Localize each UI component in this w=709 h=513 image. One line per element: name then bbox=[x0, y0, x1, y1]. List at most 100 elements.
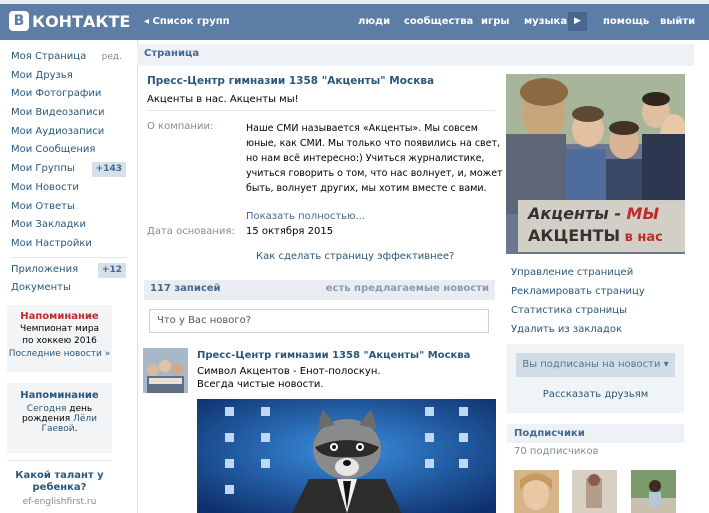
groups-list-link[interactable]: ◂ Список групп bbox=[144, 16, 230, 27]
show-more-link[interactable]: Показать полностью... bbox=[246, 211, 365, 222]
page-stats-link[interactable]: Статистика страницы bbox=[511, 301, 691, 320]
cover-slogan-line1: Акценты - МЫ bbox=[528, 204, 659, 223]
back-arrow-icon: ◂ bbox=[144, 16, 153, 27]
sidebar-item-label: Мои Аудиозаписи bbox=[11, 125, 105, 137]
group-status: Акценты в нас. Акценты мы! bbox=[147, 94, 299, 105]
subscriber-photo bbox=[572, 470, 617, 513]
reminder-text-line2: по хоккею 2016 bbox=[22, 336, 97, 346]
sidebar-item-bookmarks[interactable]: Мои Закладки bbox=[11, 216, 128, 235]
subscriber-avatar[interactable] bbox=[631, 470, 676, 513]
birthday-line3: Гаевой. bbox=[7, 424, 112, 434]
remove-bookmark-link[interactable]: Удалить из закладок bbox=[511, 320, 691, 339]
friend-name-link[interactable]: Лёли bbox=[73, 414, 97, 424]
group-name: Пресс-Центр гимназии 1358 "Акценты" Моск… bbox=[147, 75, 435, 87]
sidebar-item-settings[interactable]: Мои Настройки bbox=[11, 235, 128, 254]
ad-block[interactable]: Какой талант у ребенка? ef-englishfirst.… bbox=[7, 470, 112, 507]
vk-logo[interactable]: В КОНТАКТЕ bbox=[9, 10, 130, 32]
logo-letter: В bbox=[9, 11, 29, 31]
sidebar-item-label: Мои Фотографии bbox=[11, 88, 102, 100]
post-image-raccoon[interactable] bbox=[197, 399, 496, 513]
today-text: Сегодня bbox=[26, 404, 67, 414]
friend-surname-link[interactable]: Гаевой bbox=[41, 424, 74, 434]
apps-count-badge: +12 bbox=[97, 262, 126, 278]
vk-page: { "header": { "logo_text": "КОНТАКТЕ", "… bbox=[0, 0, 709, 513]
sidebar-item-label: Мои Ответы bbox=[11, 200, 75, 212]
groups-list-label: Список групп bbox=[152, 16, 230, 27]
group-cover-photo[interactable]: Акценты - МЫ АКЦЕНТЫ в нас bbox=[506, 74, 685, 254]
day-text: день bbox=[69, 404, 93, 414]
nav-people[interactable]: люди bbox=[358, 16, 390, 27]
top-stripe bbox=[0, 0, 709, 4]
subscribed-label: Вы подписаны на новости bbox=[522, 359, 661, 370]
subscription-box: Вы подписаны на новости ▾ Рассказать дру… bbox=[507, 344, 684, 413]
info-divider bbox=[147, 110, 495, 111]
reminder-title: Напоминание bbox=[20, 311, 99, 322]
sidebar-item-answers[interactable]: Мои Ответы bbox=[11, 198, 128, 217]
avatar-photo bbox=[143, 348, 188, 393]
sidebar-item-messages[interactable]: Мои Сообщения bbox=[11, 141, 128, 160]
cover-text-accent: в нас bbox=[620, 230, 663, 245]
sidebar-item-groups[interactable]: Мои Группы +143 bbox=[11, 160, 128, 179]
sidebar-item-videos[interactable]: Мои Видеозаписи bbox=[11, 104, 128, 123]
raccoon-illustration bbox=[197, 399, 496, 513]
latest-news-link[interactable]: Последние новости » bbox=[7, 349, 112, 359]
sidebar-item-audio[interactable]: Мои Аудиозаписи bbox=[11, 123, 128, 142]
sidebar-item-label: Мои Закладки bbox=[11, 219, 86, 231]
subscriber-photo bbox=[631, 470, 676, 513]
nav-music[interactable]: музыка bbox=[524, 16, 567, 27]
subscribers-header[interactable]: Подписчики bbox=[507, 424, 684, 443]
birthday-line1: Сегодня день bbox=[7, 404, 112, 414]
about-label: О компании: bbox=[147, 121, 214, 132]
edit-link[interactable]: ред. bbox=[102, 48, 122, 67]
sidebar-item-my-page[interactable]: Моя Страница ред. bbox=[11, 48, 128, 67]
new-post-input[interactable]: Что у Вас нового? bbox=[149, 309, 489, 333]
advertise-page-link[interactable]: Рекламировать страницу bbox=[511, 282, 691, 301]
suggested-news-link[interactable]: есть предлагаемые новости bbox=[326, 283, 489, 294]
page-actions: Управление страницей Рекламировать стран… bbox=[511, 263, 691, 339]
founded-label: Дата основания: bbox=[147, 226, 235, 237]
founded-value: 15 октября 2015 bbox=[246, 226, 334, 237]
cover-text-part: Акценты - bbox=[528, 204, 627, 223]
sidebar-item-label: Мои Видеозаписи bbox=[11, 107, 105, 119]
subscribers-count[interactable]: 70 подписчиков bbox=[514, 446, 598, 457]
nav-logout[interactable]: выйти bbox=[660, 16, 695, 27]
nav-help[interactable]: помощь bbox=[603, 16, 649, 27]
subscriber-photo bbox=[514, 470, 559, 513]
post-line1: Символ Акцентов - Енот-полоскун. bbox=[197, 366, 381, 377]
ad-title: Какой талант у ребенка? bbox=[15, 470, 104, 493]
sidebar-item-label: Документы bbox=[11, 282, 71, 294]
reminder-title: Напоминание bbox=[20, 390, 99, 401]
tell-friends-link[interactable]: Рассказать друзьям bbox=[507, 389, 684, 400]
music-play-icon[interactable]: ▶ bbox=[568, 12, 587, 31]
post-line2: Всегда чистые новости. bbox=[197, 379, 324, 390]
nav-communities[interactable]: сообщества bbox=[404, 16, 473, 27]
sidebar-item-photos[interactable]: Мои Фотографии bbox=[11, 85, 128, 104]
page-section-header: Страница bbox=[137, 44, 694, 66]
post-author-avatar[interactable] bbox=[143, 348, 188, 393]
subscriber-avatar[interactable] bbox=[514, 470, 559, 513]
posts-count[interactable]: 117 записей bbox=[150, 283, 221, 294]
sidebar-item-documents[interactable]: Документы bbox=[11, 279, 128, 298]
groups-count-badge: +143 bbox=[91, 162, 126, 178]
sidebar-item-label: Мои Друзья bbox=[11, 69, 73, 81]
birthday-text: рождения bbox=[21, 414, 71, 424]
sidebar-item-apps[interactable]: Приложения +12 bbox=[11, 261, 128, 280]
subscribed-button[interactable]: Вы подписаны на новости ▾ bbox=[516, 353, 675, 377]
sidebar-item-label: Мои Новости bbox=[11, 181, 79, 193]
subscriber-avatar[interactable] bbox=[572, 470, 617, 513]
chevron-down-icon: ▾ bbox=[663, 359, 669, 370]
sidebar-item-news[interactable]: Мои Новости bbox=[11, 179, 128, 198]
ad-divider bbox=[7, 460, 112, 461]
sidebar-item-label: Мои Группы bbox=[11, 163, 75, 175]
wall-header: 117 записей есть предлагаемые новости bbox=[144, 280, 495, 300]
make-effective-link[interactable]: Как сделать страницу эффективнее? bbox=[256, 251, 454, 262]
manage-page-link[interactable]: Управление страницей bbox=[511, 263, 691, 282]
nav-games[interactable]: игры bbox=[481, 16, 509, 27]
sidebar-item-label: Моя Страница bbox=[11, 51, 87, 62]
post-author-name[interactable]: Пресс-Центр гимназии 1358 "Акценты" Моск… bbox=[197, 350, 470, 361]
cover-text-accent: МЫ bbox=[626, 204, 660, 223]
reminder-text-line1: Чемпионат мира bbox=[19, 324, 100, 334]
post-text: Символ Акцентов - Енот-полоскун. Всегда … bbox=[197, 365, 381, 391]
top-bar: В КОНТАКТЕ ◂ Список групп люди сообществ… bbox=[0, 0, 709, 40]
sidebar-item-friends[interactable]: Мои Друзья bbox=[11, 67, 128, 86]
